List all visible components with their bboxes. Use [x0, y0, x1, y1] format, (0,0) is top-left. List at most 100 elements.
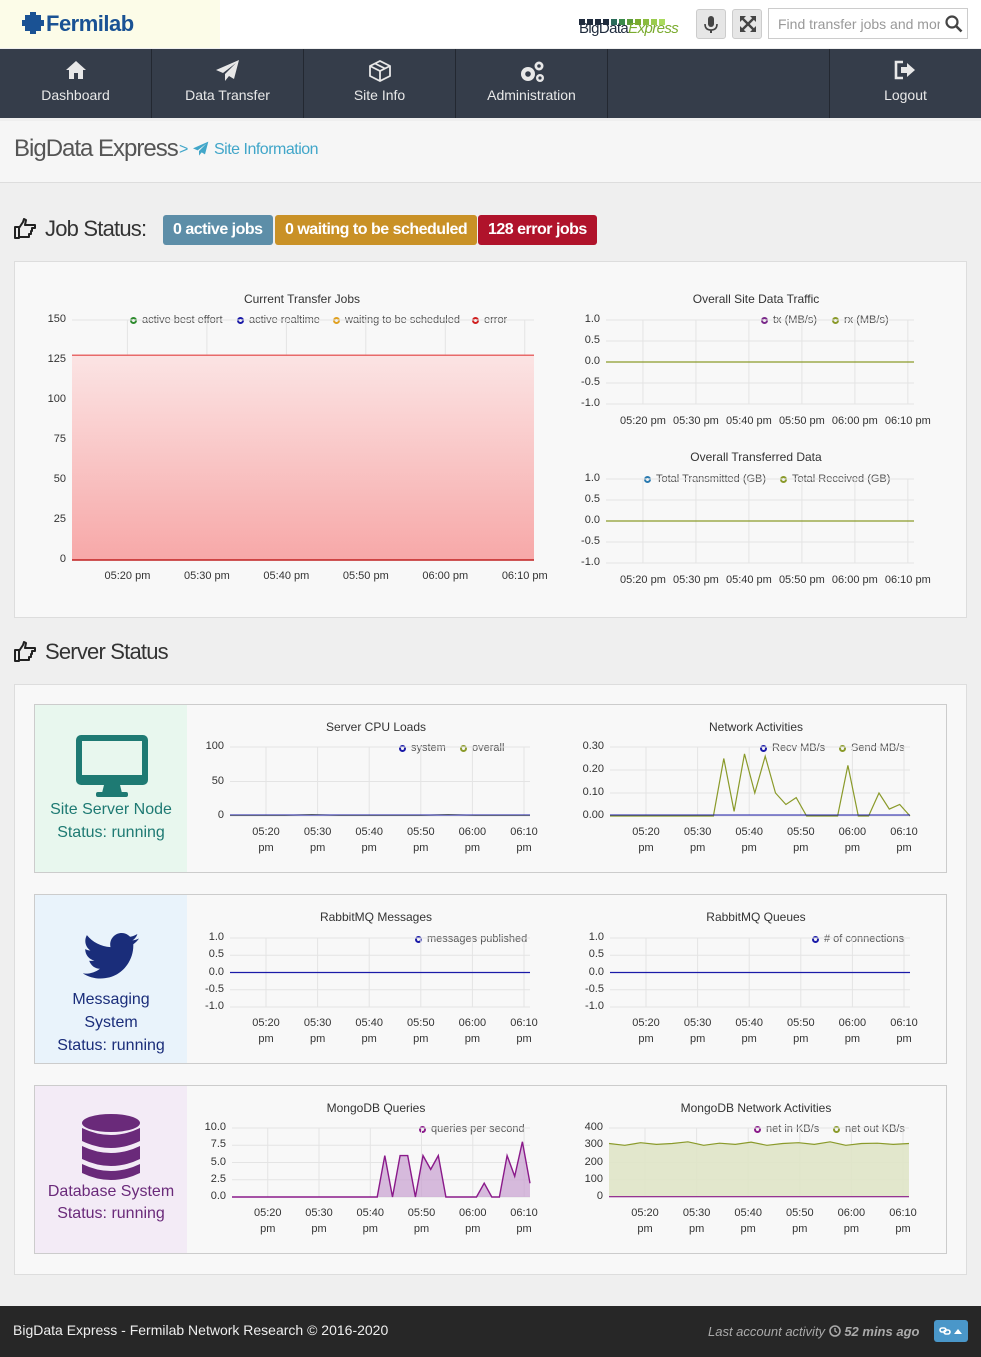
error-jobs-badge[interactable]: 128 error jobs [478, 215, 597, 245]
y-tick-label: 7.5 [210, 1138, 226, 1151]
x-tick-label: 06:10 pm [501, 570, 548, 582]
x-tick-label: 05:20 [631, 1207, 659, 1219]
x-tick-label: 05:50 [407, 1207, 436, 1219]
x-tick-label: 05:50 [787, 826, 815, 838]
nav-data-transfer-label: Data Transfer [185, 87, 270, 103]
x-tick-label: pm [258, 1033, 274, 1045]
database-side: Database System Status: running [35, 1086, 187, 1253]
x-tick-label: 05:40 [734, 1207, 762, 1219]
x-tick-label: 05:20 [253, 1207, 282, 1219]
x-tick-label: pm [413, 842, 429, 854]
y-tick-label: 50 [211, 774, 224, 787]
series-area [72, 355, 534, 560]
x-tick-label: pm [637, 1223, 653, 1235]
y-tick-label: 0 [59, 553, 66, 565]
x-tick-label: pm [258, 842, 274, 854]
x-tick-label: 05:40 [735, 1017, 763, 1029]
series-line [610, 753, 911, 817]
x-tick-label: 05:40 pm [725, 415, 772, 427]
footer-menu-button[interactable] [934, 1320, 968, 1342]
nav-data-transfer[interactable]: Data Transfer [152, 49, 304, 118]
x-tick-label: pm [413, 1223, 430, 1235]
y-tick-label: 0.5 [208, 948, 224, 961]
x-tick-label: pm [895, 1223, 911, 1235]
job-status-heading: Job Status: [45, 216, 147, 241]
x-tick-label: pm [896, 842, 912, 854]
chart-plot [610, 937, 910, 1008]
x-tick-label: 06:10 [890, 826, 918, 838]
breadcrumb-separator: > [179, 141, 189, 158]
y-tick-label: 1.0 [588, 931, 604, 943]
waiting-jobs-badge[interactable]: 0 waiting to be scheduled [275, 215, 478, 245]
x-tick-label: 06:10 [889, 1207, 917, 1219]
nav-logout[interactable]: Logout [829, 49, 981, 118]
x-tick-label: pm [844, 1033, 861, 1045]
x-tick-label: 06:00 [838, 826, 867, 838]
y-tick-label: 100 [205, 740, 224, 752]
site-node-status: Status: running [57, 824, 165, 841]
x-tick-label: 05:40 pm [263, 570, 310, 582]
bigdata-express-logo: BigDataExpress [579, 12, 683, 42]
database-icon [82, 1114, 140, 1180]
logo-word-express: Express [628, 20, 679, 37]
series-area [609, 1141, 909, 1197]
x-tick-label: 05:30 [682, 1207, 711, 1219]
y-tick-label: 0.0 [584, 514, 600, 526]
breadcrumb-root[interactable]: BigData Express [14, 135, 179, 163]
chart-title: MongoDB Queries [326, 1101, 426, 1115]
expand-icon [740, 16, 756, 32]
site-node-name: Site Server Node [50, 801, 172, 818]
active-jobs-badge[interactable]: 0 active jobs [163, 215, 273, 245]
x-tick-label: 05:30 [683, 826, 712, 838]
y-tick-label: -1.0 [585, 1000, 604, 1012]
x-tick-label: 06:00 [458, 1017, 487, 1029]
y-tick-label: 5.0 [210, 1155, 226, 1168]
breadcrumb-current: Site Information [214, 141, 319, 158]
y-tick-label: 0.0 [210, 1190, 226, 1202]
clock-icon [828, 1325, 841, 1337]
nav-dashboard[interactable]: Dashboard [0, 49, 152, 118]
y-tick-label: 0.0 [588, 965, 604, 978]
home-icon [66, 61, 86, 79]
chart-title: Overall Transferred Data [690, 450, 822, 464]
x-tick-label: 06:00 [838, 1017, 867, 1029]
search-input[interactable] [778, 16, 940, 32]
x-tick-label: pm [361, 1033, 377, 1045]
x-tick-label: 05:20 [632, 826, 660, 838]
x-tick-label: 05:20 pm [620, 574, 666, 586]
link-caret-up-icon [939, 1327, 962, 1335]
x-tick-label: 06:00 pm [422, 570, 469, 582]
y-tick-label: -1.0 [581, 397, 600, 409]
chart-plot [232, 1127, 531, 1198]
x-tick-label: pm [688, 1223, 705, 1235]
nav-administration[interactable]: Administration [456, 49, 608, 118]
search-icon[interactable] [945, 15, 963, 33]
y-tick-label: 2.5 [210, 1172, 226, 1185]
main-nav: Dashboard Data Transfer Site Info Admini… [0, 49, 981, 118]
x-tick-label: pm [689, 842, 706, 854]
x-tick-label: 05:40 [355, 1017, 383, 1029]
nav-dashboard-label: Dashboard [41, 87, 110, 103]
gears-icon [521, 61, 544, 82]
hand-pointing-icon [14, 218, 36, 239]
x-tick-label: pm [465, 1223, 481, 1235]
breadcrumb: BigData Express > Site Information [0, 121, 981, 183]
footer-copyright: BigData Express - Fermilab Network Resea… [13, 1322, 389, 1338]
x-tick-label: 06:10 pm [884, 574, 931, 586]
fullscreen-button[interactable] [732, 9, 762, 39]
y-tick-label: -0.5 [581, 535, 600, 547]
x-tick-label: pm [844, 842, 861, 854]
nav-site-info[interactable]: Site Info [304, 49, 456, 118]
x-tick-label: 06:00 [837, 1207, 866, 1219]
x-tick-label: 05:50 [407, 826, 435, 838]
chart-plot [230, 746, 530, 817]
x-tick-label: pm [464, 1033, 481, 1045]
fermilab-logo[interactable]: Fermilab [0, 0, 220, 48]
voice-search-button[interactable] [696, 9, 726, 39]
last-activity-value: 52 mins ago [844, 1324, 920, 1339]
x-tick-label: pm [689, 1033, 706, 1045]
x-tick-label: 06:10 [510, 1017, 538, 1029]
y-tick-label: 50 [53, 473, 66, 485]
y-tick-label: -1.0 [581, 556, 600, 568]
y-tick-label: 300 [584, 1138, 603, 1151]
